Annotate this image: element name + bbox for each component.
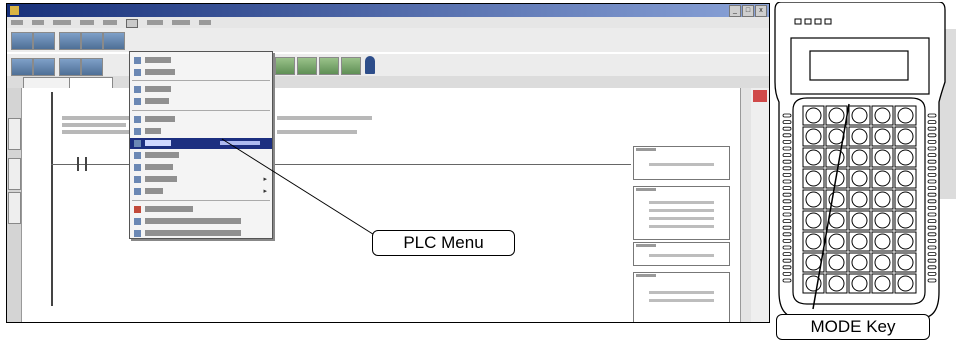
plc-menu-pointer [221,138,377,237]
plc-menu-callout: PLC Menu [372,230,515,256]
mode-key-callout: MODE Key [776,314,930,340]
